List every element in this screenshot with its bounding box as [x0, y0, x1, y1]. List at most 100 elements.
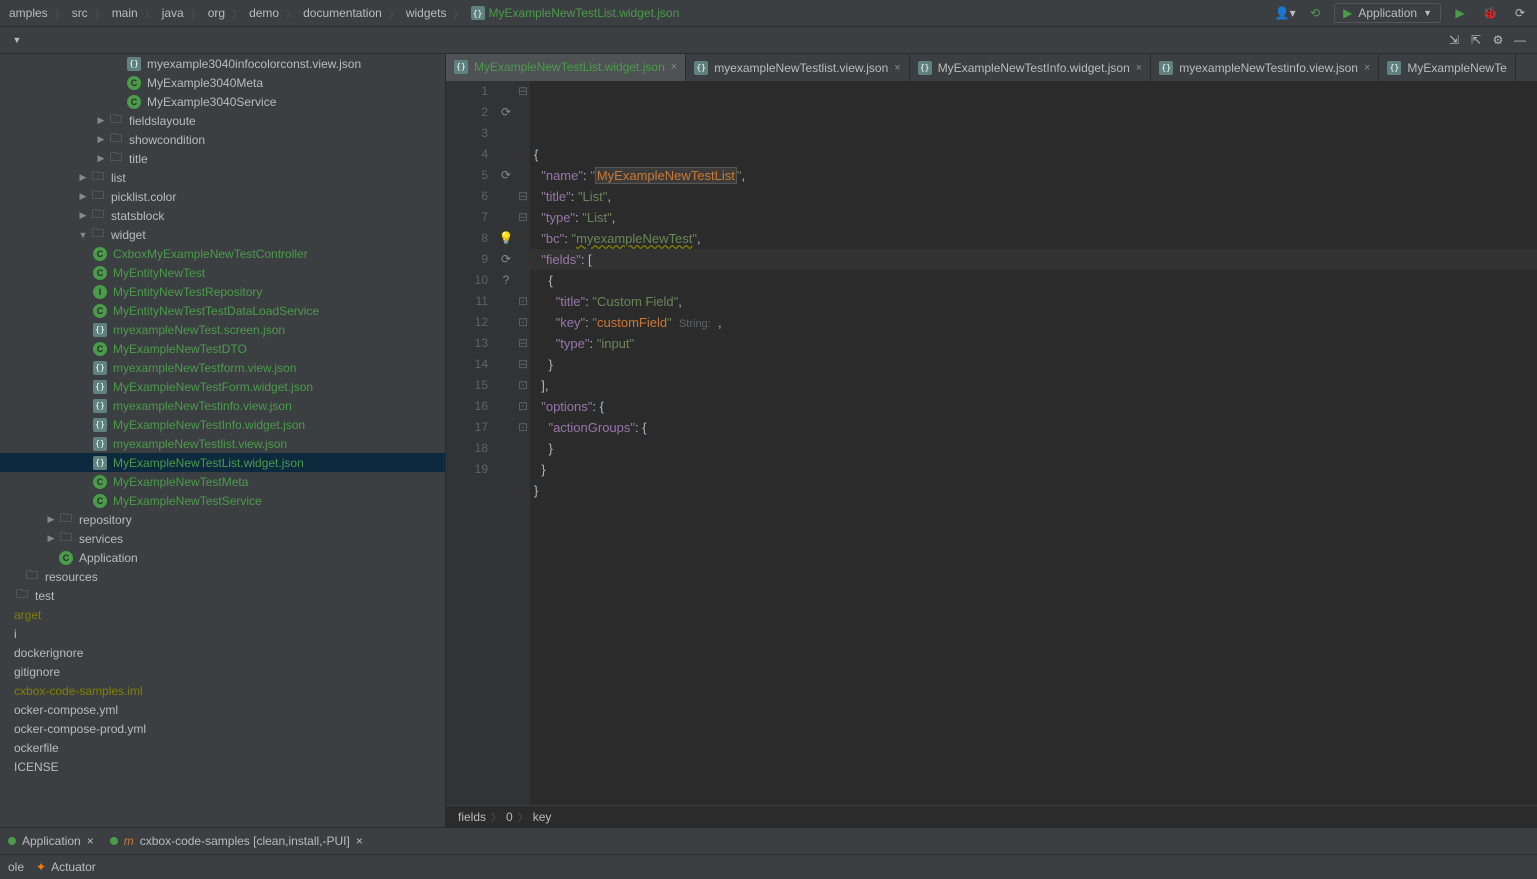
project-dropdown-icon[interactable]: ▼	[6, 29, 28, 51]
tree-item[interactable]: {}myexampleNewTestform.view.json	[0, 358, 445, 377]
run-config-dropdown[interactable]: ▶ Application ▼	[1334, 3, 1441, 23]
structure-crumb[interactable]: fields	[458, 810, 486, 824]
editor-tab[interactable]: {}MyExampleNewTestInfo.widget.json×	[910, 54, 1152, 81]
actuator-button[interactable]: ✦ Actuator	[36, 860, 96, 874]
tree-item[interactable]: ▶🗀picklist.color	[0, 187, 445, 206]
tree-item[interactable]: ▶🗀services	[0, 529, 445, 548]
structure-crumb[interactable]: key	[533, 810, 552, 824]
code-line[interactable]: {	[534, 144, 1537, 165]
tree-item[interactable]: ▶🗀fieldslayoute	[0, 111, 445, 130]
tree-item[interactable]: ICENSE	[0, 757, 445, 776]
user-icon[interactable]: 👤▾	[1274, 2, 1296, 24]
tree-item[interactable]: dockerignore	[0, 643, 445, 662]
build-icon[interactable]: ⟲	[1304, 2, 1326, 24]
tree-item[interactable]: arget	[0, 605, 445, 624]
tree-item[interactable]: {}MyExampleNewTestList.widget.json	[0, 453, 445, 472]
breadcrumb-item[interactable]: main	[109, 4, 141, 22]
editor-tab[interactable]: {}myexampleNewTestinfo.view.json×	[1151, 54, 1379, 81]
code-line[interactable]: "options": {	[534, 396, 1537, 417]
console-button[interactable]: ole	[8, 860, 24, 874]
expand-all-icon[interactable]: ⇲	[1443, 29, 1465, 51]
debug-icon[interactable]: 🐞	[1479, 2, 1501, 24]
project-tree[interactable]: {}myexample3040infocolorconst.view.jsonC…	[0, 54, 446, 827]
code-line[interactable]: "key": "customField" String: ,	[534, 312, 1537, 333]
tree-item[interactable]: IMyEntityNewTestRepository	[0, 282, 445, 301]
editor-tab[interactable]: {}MyExampleNewTe	[1379, 54, 1515, 81]
tree-item[interactable]: {}myexample3040infocolorconst.view.json	[0, 54, 445, 73]
code-line[interactable]: "fields": [	[534, 249, 1537, 270]
code-line[interactable]: "type": "List",	[534, 207, 1537, 228]
close-icon[interactable]: ×	[356, 834, 363, 848]
breadcrumb: amples〉src〉main〉java〉org〉demo〉documentat…	[6, 4, 1274, 22]
run-tab[interactable]: Application ×	[0, 834, 102, 848]
run-tab[interactable]: m cxbox-code-samples [clean,install,-PUI…	[102, 834, 371, 848]
editor-tab[interactable]: {}myexampleNewTestlist.view.json×	[686, 54, 910, 81]
breadcrumb-item[interactable]: amples	[6, 4, 51, 22]
more-icon[interactable]: ⟳	[1509, 2, 1531, 24]
breadcrumb-item[interactable]: documentation	[300, 4, 385, 22]
close-icon[interactable]: ×	[1136, 62, 1142, 74]
structure-breadcrumb[interactable]: fields〉0〉key	[446, 805, 1537, 827]
code-line[interactable]	[534, 501, 1537, 522]
code-line[interactable]: "type": "input"	[534, 333, 1537, 354]
code-line[interactable]	[534, 522, 1537, 543]
code-line[interactable]: "actionGroups": {	[534, 417, 1537, 438]
code-line[interactable]: ],	[534, 375, 1537, 396]
code-line[interactable]: "bc": "myexampleNewTest",	[534, 228, 1537, 249]
code-line[interactable]: }	[534, 354, 1537, 375]
tree-item[interactable]: 🗀test	[0, 586, 445, 605]
tree-item[interactable]: CCxboxMyExampleNewTestController	[0, 244, 445, 263]
tree-item[interactable]: CMyEntityNewTest	[0, 263, 445, 282]
code-line[interactable]: }	[534, 438, 1537, 459]
tree-item[interactable]: CApplication	[0, 548, 445, 567]
breadcrumb-active[interactable]: {} MyExampleNewTestList.widget.json	[468, 4, 683, 22]
code-line[interactable]: "name": "MyExampleNewTestList",	[534, 165, 1537, 186]
tree-item[interactable]: cxbox-code-samples.iml	[0, 681, 445, 700]
tree-item[interactable]: ▶🗀showcondition	[0, 130, 445, 149]
editor-tab[interactable]: {}MyExampleNewTestList.widget.json×	[446, 54, 686, 81]
tree-item[interactable]: ockerfile	[0, 738, 445, 757]
close-icon[interactable]: ×	[87, 834, 94, 848]
breadcrumb-item[interactable]: org	[205, 4, 228, 22]
tree-item[interactable]: {}MyExampleNewTestInfo.widget.json	[0, 415, 445, 434]
close-icon[interactable]: ×	[1364, 62, 1370, 74]
editor-content[interactable]: 12345678910111213141516171819 ⟳⟳💡⟳? ⊟⊟⊟⊡…	[446, 81, 1537, 805]
breadcrumb-item[interactable]: java	[159, 4, 187, 22]
code-line[interactable]: {	[534, 270, 1537, 291]
structure-crumb[interactable]: 0	[506, 810, 513, 824]
tree-item[interactable]: gitignore	[0, 662, 445, 681]
tree-item[interactable]: {}myexampleNewTest.screen.json	[0, 320, 445, 339]
tree-item[interactable]: ▶🗀list	[0, 168, 445, 187]
collapse-all-icon[interactable]: ⇱	[1465, 29, 1487, 51]
tree-item[interactable]: 🗀resources	[0, 567, 445, 586]
tree-item[interactable]: {}MyExampleNewTestForm.widget.json	[0, 377, 445, 396]
run-icon[interactable]: ▶	[1449, 2, 1471, 24]
tree-item[interactable]: CMyExample3040Meta	[0, 73, 445, 92]
close-icon[interactable]: ×	[894, 62, 900, 74]
tree-item[interactable]: ▶🗀title	[0, 149, 445, 168]
tree-item[interactable]: CMyExample3040Service	[0, 92, 445, 111]
tree-item[interactable]: ▼🗀widget	[0, 225, 445, 244]
tree-item[interactable]: CMyEntityNewTestTestDataLoadService	[0, 301, 445, 320]
tree-item[interactable]: CMyExampleNewTestDTO	[0, 339, 445, 358]
code-line[interactable]: "title": "List",	[534, 186, 1537, 207]
tree-item[interactable]: ▶🗀statsblock	[0, 206, 445, 225]
breadcrumb-item[interactable]: src	[69, 4, 91, 22]
breadcrumb-item[interactable]: widgets	[403, 4, 450, 22]
breadcrumb-item[interactable]: demo	[246, 4, 282, 22]
tree-item[interactable]: {}myexampleNewTestinfo.view.json	[0, 396, 445, 415]
hide-icon[interactable]: —	[1509, 29, 1531, 51]
tree-item[interactable]: CMyExampleNewTestMeta	[0, 472, 445, 491]
tree-item[interactable]: ocker-compose-prod.yml	[0, 719, 445, 738]
close-icon[interactable]: ×	[671, 61, 677, 73]
code-line[interactable]: }	[534, 459, 1537, 480]
code-line[interactable]: }	[534, 480, 1537, 501]
tree-item[interactable]: CMyExampleNewTestService	[0, 491, 445, 510]
tree-item[interactable]: ▶🗀repository	[0, 510, 445, 529]
tree-item[interactable]: {}myexampleNewTestlist.view.json	[0, 434, 445, 453]
code-area[interactable]: { "name": "MyExampleNewTestList", "title…	[530, 81, 1537, 805]
settings-icon[interactable]: ⚙	[1487, 29, 1509, 51]
tree-item[interactable]: i	[0, 624, 445, 643]
tree-item[interactable]: ocker-compose.yml	[0, 700, 445, 719]
code-line[interactable]: "title": "Custom Field",	[534, 291, 1537, 312]
